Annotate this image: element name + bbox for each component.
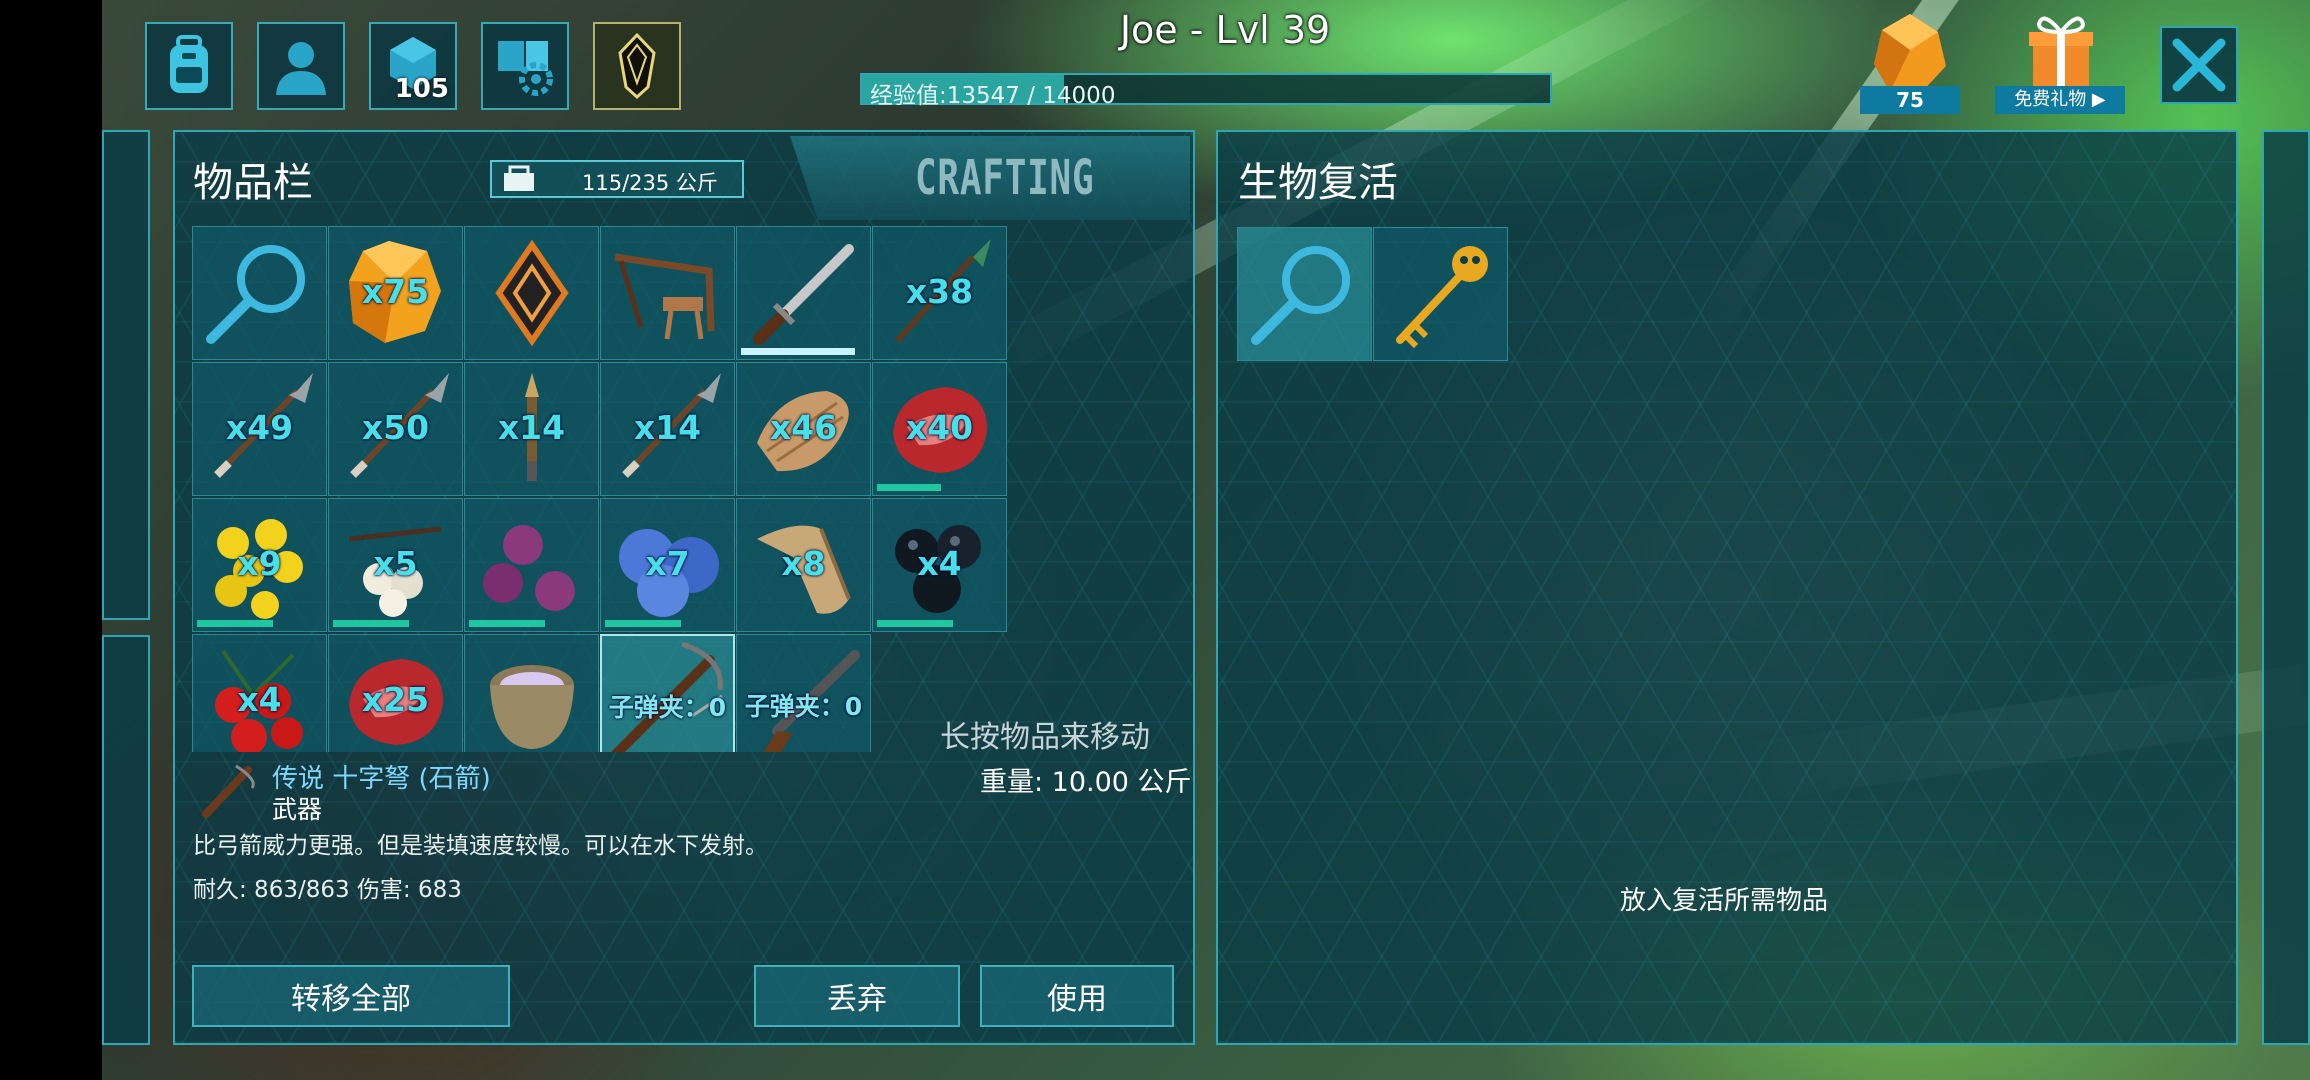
character-tab[interactable] <box>257 22 345 110</box>
drop-button[interactable]: 丢弃 <box>754 965 960 1027</box>
settings-tab[interactable] <box>481 22 569 110</box>
sword-icon <box>753 244 854 345</box>
inventory-title: 物品栏 <box>193 160 313 206</box>
inventory-slot[interactable]: x25 <box>328 634 463 752</box>
durability-bar <box>877 620 953 627</box>
inventory-slot[interactable]: x38 <box>872 226 1007 360</box>
durability-bar <box>333 620 409 627</box>
slot-quantity: x40 <box>905 408 974 447</box>
selected-item-description: 比弓箭威力更强。但是装填速度较慢。可以在水下发射。 <box>193 833 768 859</box>
character-icon <box>276 42 326 95</box>
slot-quantity: x14 <box>497 408 566 447</box>
crafting-tab[interactable]: CRAFTING <box>790 136 1190 220</box>
inventory-slot[interactable]: x49 <box>192 362 327 496</box>
inventory-slot[interactable] <box>736 226 871 360</box>
slot-quantity: x25 <box>361 680 430 719</box>
slot-quantity: x38 <box>905 272 974 311</box>
inventory-slot[interactable]: x5 <box>328 498 463 632</box>
slot-quantity: 子弹夹：0 <box>608 693 727 722</box>
slot-quantity: x75 <box>361 272 430 311</box>
inventory-slot[interactable]: x46 <box>736 362 871 496</box>
slot-quantity: x7 <box>645 544 690 583</box>
inventory-slot[interactable] <box>464 634 599 752</box>
selected-item-type: 武器 <box>272 795 323 824</box>
game-screen: 105 Joe - Lvl 39 经验值:13547 / 14000 75 免费… <box>0 0 2310 1080</box>
search-icon <box>206 245 305 344</box>
revive-item-slot[interactable] <box>1373 227 1508 361</box>
slot-quantity: x8 <box>781 544 826 583</box>
purple-berry-icon <box>483 525 575 611</box>
crafting-table-icon <box>614 253 715 340</box>
crafting-tab-label: CRAFTING <box>915 150 1095 206</box>
close-icon <box>2172 38 2226 92</box>
left-panel-edge <box>102 635 150 1045</box>
inventory-tab[interactable] <box>145 22 233 110</box>
move-hint: 长按物品来移动 <box>940 720 1150 755</box>
settings-book-icon <box>498 41 553 96</box>
inventory-slot[interactable] <box>192 226 327 360</box>
inventory-slot[interactable]: x4 <box>192 634 327 752</box>
inventory-slot[interactable]: x75 <box>328 226 463 360</box>
durability-bar <box>741 348 855 355</box>
xp-bar: 经验值:13547 / 14000 <box>860 73 1552 109</box>
revive-search-slot[interactable] <box>1237 227 1372 361</box>
inventory-slot[interactable]: x4 <box>872 498 1007 632</box>
slot-quantity: x50 <box>361 408 430 447</box>
left-panel-edge <box>102 130 150 620</box>
slot-quantity: x5 <box>373 544 418 583</box>
inventory-slot[interactable] <box>464 498 599 632</box>
inventory-slot[interactable]: 子弹夹：0 <box>600 634 735 752</box>
durability-bar <box>877 484 941 491</box>
inventory-slot[interactable] <box>464 226 599 360</box>
inventory-slot[interactable]: x9 <box>192 498 327 632</box>
transfer-all-button[interactable]: 转移全部 <box>192 965 510 1027</box>
slot-quantity: 子弹夹：0 <box>744 692 863 721</box>
revive-title: 生物复活 <box>1238 160 1398 206</box>
tribe-tab[interactable] <box>593 22 681 110</box>
slot-quantity: x4 <box>237 680 282 719</box>
xp-text: 经验值:13547 / 14000 <box>870 83 1116 109</box>
search-icon <box>1251 246 1350 345</box>
weight-icon <box>504 165 534 191</box>
selected-item-crossbow-icon <box>202 764 255 818</box>
inventory-slot[interactable]: x40 <box>872 362 1007 496</box>
inventory-slot[interactable] <box>600 226 735 360</box>
use-button[interactable]: 使用 <box>980 965 1174 1027</box>
durability-bar <box>197 620 273 627</box>
backpack-icon <box>170 35 208 93</box>
weight-label: 115/235 公斤 <box>582 171 718 195</box>
slot-quantity: x46 <box>769 408 838 447</box>
inventory-slot[interactable]: x8 <box>736 498 871 632</box>
inventory-slot[interactable]: x50 <box>328 362 463 496</box>
inventory-slot[interactable]: x14 <box>600 362 735 496</box>
premium-currency-count: 75 <box>1860 86 1960 114</box>
selected-item-stats: 耐久: 863/863 伤害: 683 <box>193 877 462 903</box>
free-gift-label[interactable]: 免费礼物 ▶ <box>1995 86 2125 114</box>
durability-bar <box>605 620 681 627</box>
implant-icon <box>495 239 569 347</box>
screen-letterbox <box>0 0 102 1080</box>
mortar-icon <box>490 665 574 749</box>
selected-item-weight: 重量: 10.00 公斤 <box>980 767 1192 798</box>
durability-bar <box>469 620 545 627</box>
tribe-crystal-icon <box>618 32 656 100</box>
revive-hint: 放入复活所需物品 <box>1620 886 1829 916</box>
right-panel-edge[interactable] <box>2262 130 2310 1045</box>
inventory-slot[interactable]: x14 <box>464 362 599 496</box>
key-icon <box>1396 246 1488 349</box>
inventory-slot[interactable]: x7 <box>600 498 735 632</box>
player-name-level: Joe - Lvl 39 <box>1119 8 1331 52</box>
slot-quantity: x49 <box>225 408 294 447</box>
inventory-slot[interactable]: 子弹夹：0 <box>736 634 871 752</box>
inventory-grid: x75 x38 x49 x50 x14 x14 x46 x40 x9 x5 x7 x8 x4 x4 x25 子… <box>192 226 1012 752</box>
slot-quantity: x9 <box>237 544 282 583</box>
slot-quantity: x4 <box>917 544 962 583</box>
engram-count: 105 <box>394 74 449 104</box>
weight-indicator: 115/235 公斤 <box>490 160 744 198</box>
close-button[interactable] <box>2160 26 2238 104</box>
engrams-tab[interactable]: 105 <box>369 22 457 110</box>
slot-quantity: x14 <box>633 408 702 447</box>
